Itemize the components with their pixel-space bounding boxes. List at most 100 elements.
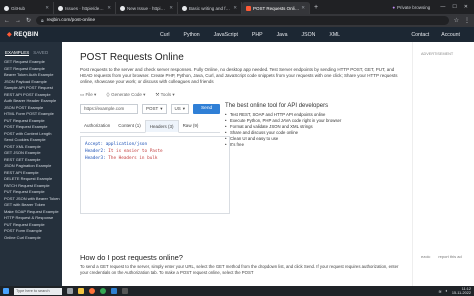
generate-code-menu[interactable]: ⟨⟩ Generate Code ▾ xyxy=(106,92,145,98)
header-line: Header3: The Headers in bulk xyxy=(85,155,158,161)
menu-item-xml[interactable]: XML xyxy=(329,32,340,38)
terminal-icon[interactable] xyxy=(122,288,128,294)
sidebar-item[interactable]: Auth Bearer Header Example xyxy=(0,98,62,105)
close-icon[interactable]: ✕ xyxy=(301,5,305,11)
site-navbar: ◆ REQBIN Curl Python JavaScript PHP Java… xyxy=(0,27,474,42)
new-tab-button[interactable]: + xyxy=(310,4,322,11)
tab-raw[interactable]: Raw (9) xyxy=(179,120,203,132)
forward-icon[interactable]: → xyxy=(15,18,21,24)
ad-footer: ezoic report this ad xyxy=(421,254,462,259)
taskbar-search[interactable]: Type here to search xyxy=(14,287,62,295)
github-icon xyxy=(182,5,187,11)
features-list: Test REST, SOAP and HTTP API endpoints o… xyxy=(225,112,385,148)
github-icon xyxy=(4,5,9,11)
page-description: Post requests to the server and check se… xyxy=(80,67,398,85)
how-to-text: To send a GET request to the server, sim… xyxy=(80,264,399,275)
address-bar[interactable]: 🔒︎ reqbin.com/post-online xyxy=(36,16,449,25)
chrome-icon[interactable] xyxy=(100,288,106,294)
back-icon[interactable]: ← xyxy=(4,18,10,24)
features-panel: The best online tool for API developers … xyxy=(225,103,385,148)
sidebar-item[interactable]: Bearer Token Auth Example xyxy=(0,72,62,79)
sidebar-list: GET Request Example GET Request Example Be… xyxy=(0,59,62,241)
examples-sidebar: EXAMPLES SAVED GET Request Example GET Re… xyxy=(0,42,62,286)
tab-authorization[interactable]: Authorization xyxy=(80,120,114,132)
region-select[interactable]: US ▾ xyxy=(170,103,190,114)
chevron-down-icon: ▾ xyxy=(160,105,163,111)
main-content: POST Requests Online Post requests to th… xyxy=(80,42,410,286)
close-icon[interactable]: ✕ xyxy=(45,5,49,11)
browser-tab[interactable]: Basic writing and formatting ✕ xyxy=(178,2,242,14)
request-tabs: Authorization Content (1) Headers (3) Ra… xyxy=(80,119,220,133)
tab-content[interactable]: Content (1) xyxy=(114,120,145,132)
tab-saved[interactable]: SAVED xyxy=(33,50,48,56)
firefox-icon[interactable] xyxy=(89,288,95,294)
wifi-icon[interactable]: ≋ xyxy=(438,289,441,294)
contact-link[interactable]: Contact xyxy=(411,32,429,38)
how-to-heading: How do I post requests online? xyxy=(80,253,183,262)
menu-item-java[interactable]: Java xyxy=(277,32,288,38)
page-title: POST Requests Online xyxy=(80,52,184,63)
header-line: Accept: application/json xyxy=(85,141,148,147)
menu-item-php[interactable]: PHP xyxy=(252,32,263,38)
sidebar-item[interactable]: HTML Form POST Example xyxy=(0,111,62,118)
headers-editor[interactable]: Accept: application/json Header2: It is … xyxy=(80,135,230,214)
sidebar-item[interactable]: HTTP Request & Response xyxy=(0,215,62,222)
header-line: Header2: It is easier to Paste xyxy=(85,148,163,154)
advertisement-column: ADVERTISEMENT ezoic report this ad xyxy=(412,42,474,286)
features-title: The best online tool for API developers xyxy=(225,103,329,109)
report-ad-link[interactable]: report this ad xyxy=(438,254,461,259)
clock[interactable]: 11:12 15-11-2022 xyxy=(452,287,471,295)
sidebar-tabs: EXAMPLES SAVED xyxy=(0,42,62,59)
reload-icon[interactable]: ↻ xyxy=(26,17,31,24)
account-link[interactable]: Account xyxy=(441,32,460,38)
reqbin-icon xyxy=(246,5,251,11)
tab-examples[interactable]: EXAMPLES xyxy=(5,50,30,56)
logo-icon: ◆ xyxy=(7,32,12,38)
url-input[interactable]: https://example.com xyxy=(80,103,138,114)
browser-tab-active[interactable]: POST Requests Online ✕ xyxy=(242,2,310,14)
close-icon[interactable]: ✕ xyxy=(107,5,111,11)
site-menu: Curl Python JavaScript PHP Java JSON XML xyxy=(160,32,340,38)
method-select[interactable]: POST ▾ xyxy=(142,103,167,114)
volume-icon[interactable]: 🔈︎ xyxy=(446,289,448,293)
system-tray: ≋ 🔈︎ 11:12 15-11-2022 xyxy=(438,287,471,295)
maximize-icon[interactable]: ☐ xyxy=(452,4,456,10)
minimize-icon[interactable]: — xyxy=(440,4,445,10)
vscode-icon[interactable] xyxy=(111,288,117,294)
windows-start-icon[interactable] xyxy=(3,288,9,294)
tools-menu[interactable]: ⚒ Tools ▾ xyxy=(155,92,174,98)
browser-tab-bar: GitHub ✕ Issues · httpie/desktop ✕ New I… xyxy=(0,0,474,14)
menu-item-python[interactable]: Python xyxy=(184,32,200,38)
close-icon[interactable]: ✕ xyxy=(233,5,237,11)
private-icon: ● xyxy=(392,4,396,10)
sidebar-item[interactable]: Sample API POST Request xyxy=(0,85,62,92)
extensions-icon[interactable]: ⋮ xyxy=(464,17,470,24)
star-icon[interactable]: ☆ xyxy=(454,17,459,24)
browser-tab[interactable]: GitHub ✕ xyxy=(0,2,54,14)
file-menu[interactable]: ▭ File ▾ xyxy=(80,92,96,98)
request-tools: ▭ File ▾ ⟨⟩ Generate Code ▾ ⚒ Tools ▾ xyxy=(80,92,410,98)
sidebar-item[interactable]: Online Curl Example xyxy=(0,235,62,242)
window-close-icon[interactable]: ✕ xyxy=(464,4,468,10)
browser-toolbar: ← → ↻ 🔒︎ reqbin.com/post-online ☆ ⋮ xyxy=(0,14,474,27)
github-icon xyxy=(120,5,125,11)
ezoic-logo[interactable]: ezoic xyxy=(421,254,430,259)
file-explorer-icon[interactable] xyxy=(78,288,84,294)
menu-item-curl[interactable]: Curl xyxy=(160,32,170,38)
send-button[interactable]: Send xyxy=(193,103,221,114)
lock-icon: 🔒︎ xyxy=(41,18,44,24)
task-view-icon[interactable] xyxy=(67,288,73,294)
os-taskbar: Type here to search ≋ 🔈︎ 11:12 15-11-202… xyxy=(0,286,474,296)
close-icon[interactable]: ✕ xyxy=(169,5,173,11)
browser-tab[interactable]: New Issue · httpie/desktop ✕ xyxy=(116,2,178,14)
browser-tab[interactable]: Issues · httpie/desktop ✕ xyxy=(54,2,116,14)
github-icon xyxy=(58,5,63,11)
reqbin-logo[interactable]: ◆ REQBIN xyxy=(0,31,70,39)
private-browsing-indicator: ● Private browsing xyxy=(392,4,431,10)
tab-headers[interactable]: Headers (3) xyxy=(144,119,179,133)
menu-item-javascript[interactable]: JavaScript xyxy=(214,32,238,38)
ad-label: ADVERTISEMENT xyxy=(421,52,454,56)
chevron-down-icon: ▾ xyxy=(182,105,186,111)
feature-item: It's free xyxy=(225,142,385,148)
menu-item-json[interactable]: JSON xyxy=(302,32,316,38)
